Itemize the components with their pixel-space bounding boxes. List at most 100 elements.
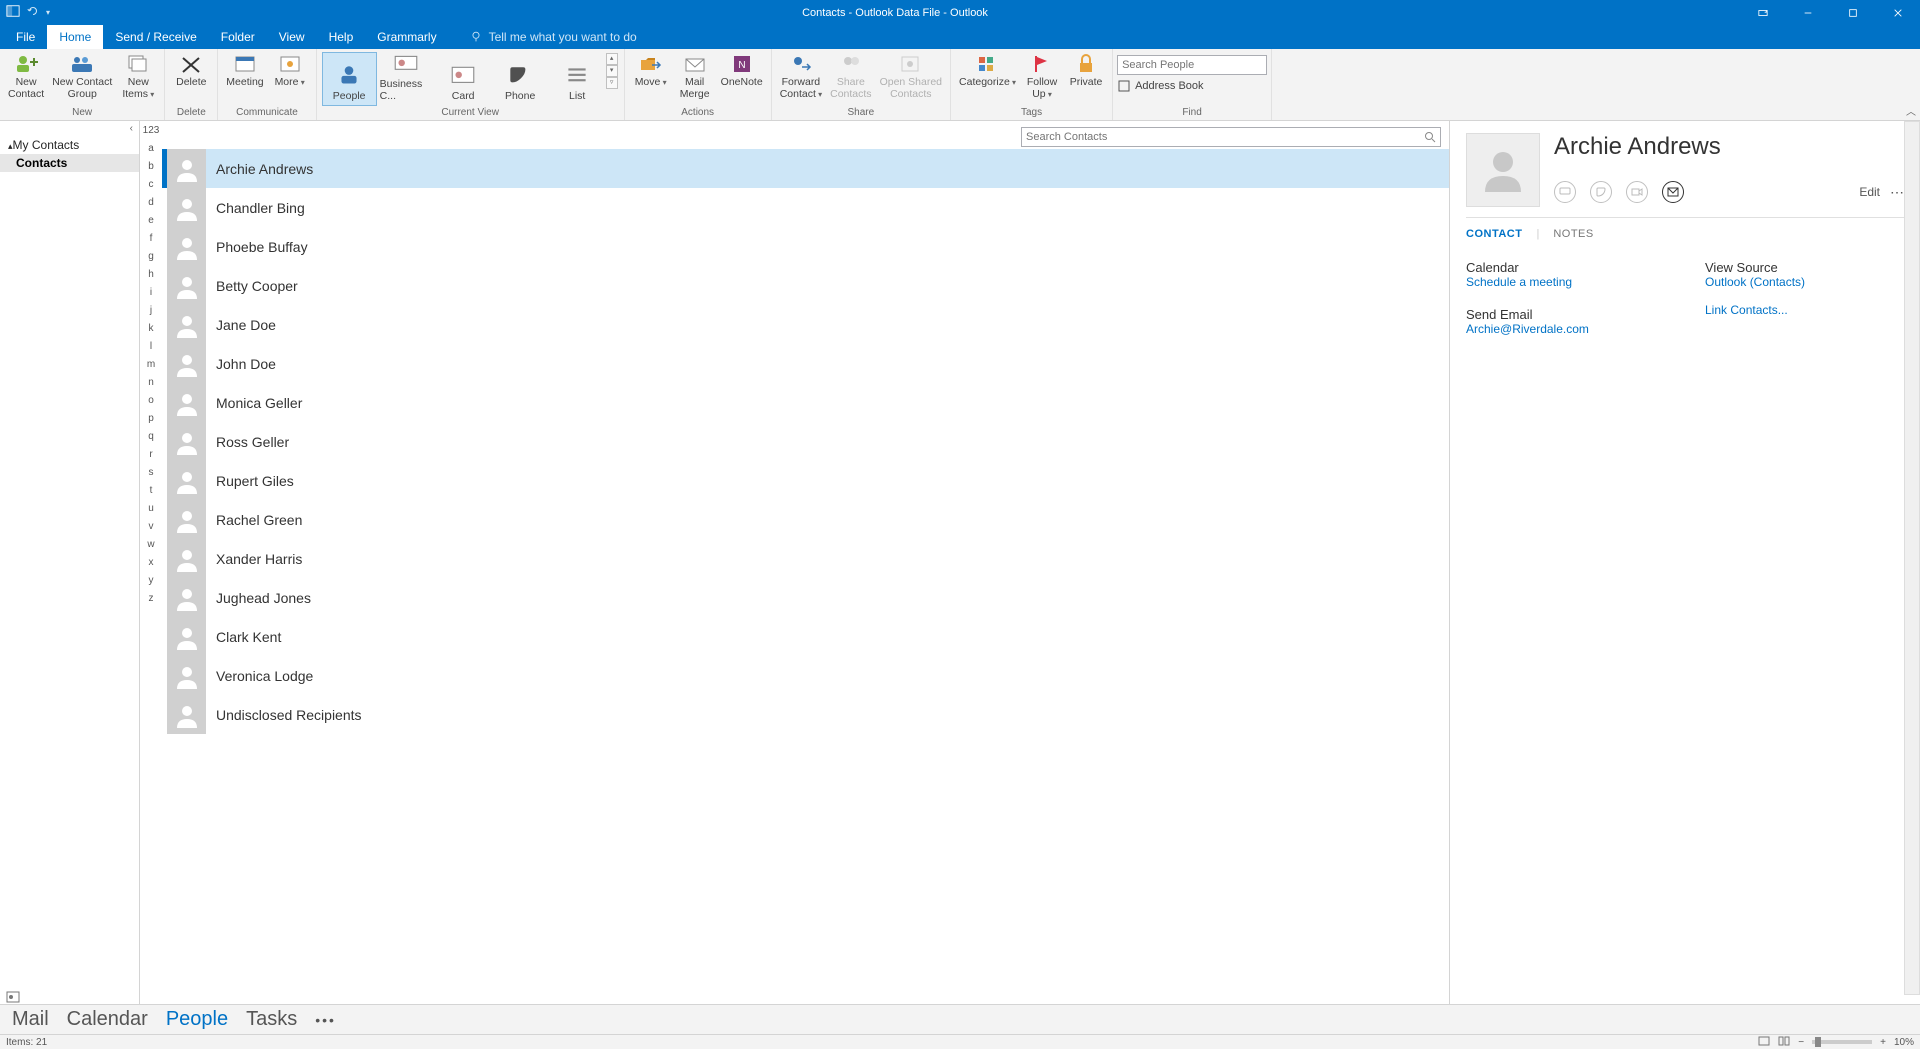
delete-button[interactable]: Delete [169, 51, 213, 91]
contact-row[interactable]: Chandler Bing [162, 188, 1449, 227]
view-card[interactable]: Card [436, 52, 491, 106]
email-icon[interactable] [1662, 181, 1684, 203]
search-people-input[interactable] [1117, 55, 1267, 75]
view-people[interactable]: People [322, 52, 377, 106]
alpha-k[interactable]: k [140, 323, 162, 341]
nav-more-icon[interactable]: ••• [315, 1012, 336, 1028]
contact-row[interactable]: Monica Geller [162, 383, 1449, 422]
video-icon[interactable] [1626, 181, 1648, 203]
nav-section-my-contacts[interactable]: My Contacts [0, 136, 139, 154]
tell-me-search[interactable]: Tell me what you want to do [449, 25, 637, 49]
view-list[interactable]: List [550, 52, 605, 106]
meeting-button[interactable]: Meeting [222, 51, 267, 91]
follow-up-button[interactable]: Follow Up [1020, 51, 1064, 102]
contact-row[interactable]: John Doe [162, 344, 1449, 383]
zoom-out-icon[interactable]: − [1798, 1037, 1804, 1048]
view-business-card[interactable]: Business C... [379, 52, 434, 106]
contact-row[interactable]: Xander Harris [162, 539, 1449, 578]
view-normal-icon[interactable] [1758, 1036, 1770, 1049]
contact-row[interactable]: Archie Andrews [162, 149, 1449, 188]
collapse-ribbon-icon[interactable]: ︿ [1906, 103, 1916, 118]
alpha-d[interactable]: d [140, 197, 162, 215]
contact-row[interactable]: Ross Geller [162, 422, 1449, 461]
alpha-p[interactable]: p [140, 413, 162, 431]
tab-view[interactable]: View [267, 25, 317, 49]
nav-item-contacts[interactable]: Contacts [0, 154, 139, 172]
alpha-z[interactable]: z [140, 593, 162, 611]
gallery-scroll-down-icon[interactable]: ▾ [606, 65, 618, 77]
alpha-c[interactable]: c [140, 179, 162, 197]
nav-mail[interactable]: Mail [12, 1008, 49, 1031]
mail-merge-button[interactable]: Mail Merge [673, 51, 717, 102]
zoom-slider[interactable] [1812, 1040, 1872, 1044]
alpha-g[interactable]: g [140, 251, 162, 269]
undo-icon[interactable] [26, 4, 40, 21]
search-contacts-input[interactable] [1026, 131, 1424, 143]
view-phone[interactable]: Phone [493, 52, 548, 106]
alpha-x[interactable]: x [140, 557, 162, 575]
private-button[interactable]: Private [1064, 51, 1108, 91]
alpha-f[interactable]: f [140, 233, 162, 251]
address-book-button[interactable]: Address Book [1117, 79, 1203, 93]
alpha-i[interactable]: i [140, 287, 162, 305]
contact-row[interactable]: Rachel Green [162, 500, 1449, 539]
forward-contact-button[interactable]: Forward Contact [776, 51, 826, 102]
phone-icon[interactable] [1590, 181, 1612, 203]
link-contacts-link[interactable]: Link Contacts... [1705, 303, 1904, 317]
alpha-e[interactable]: e [140, 215, 162, 233]
minimize-icon[interactable] [1785, 0, 1830, 25]
contact-row[interactable]: Jane Doe [162, 305, 1449, 344]
alpha-w[interactable]: w [140, 539, 162, 557]
alpha-n[interactable]: n [140, 377, 162, 395]
move-button[interactable]: Move [629, 51, 673, 91]
alpha-j[interactable]: j [140, 305, 162, 323]
alpha-123[interactable]: 123 [140, 125, 162, 143]
outlook-contacts-link[interactable]: Outlook (Contacts) [1705, 275, 1904, 289]
contact-row[interactable]: Betty Cooper [162, 266, 1449, 305]
gallery-expand-icon[interactable]: ▿ [606, 77, 618, 89]
im-icon[interactable] [1554, 181, 1576, 203]
onenote-button[interactable]: N OneNote [717, 51, 767, 91]
view-reading-icon[interactable] [1778, 1036, 1790, 1049]
more-actions-icon[interactable]: ⋯ [1890, 184, 1904, 201]
schedule-meeting-link[interactable]: Schedule a meeting [1466, 275, 1665, 289]
alphabet-index[interactable]: 123abcdefghijklmnopqrstuvwxyz [140, 121, 162, 1011]
nav-calendar[interactable]: Calendar [67, 1008, 148, 1031]
nav-people[interactable]: People [166, 1008, 228, 1031]
zoom-in-icon[interactable]: + [1880, 1037, 1886, 1048]
close-icon[interactable] [1875, 0, 1920, 25]
alpha-y[interactable]: y [140, 575, 162, 593]
tab-grammarly[interactable]: Grammarly [365, 25, 448, 49]
contact-row[interactable]: Phoebe Buffay [162, 227, 1449, 266]
new-items-button[interactable]: New Items [116, 51, 160, 102]
alpha-u[interactable]: u [140, 503, 162, 521]
gallery-scroll-up-icon[interactable]: ▴ [606, 53, 618, 65]
tab-home[interactable]: Home [47, 25, 103, 49]
alpha-r[interactable]: r [140, 449, 162, 467]
tab-folder[interactable]: Folder [209, 25, 267, 49]
alpha-v[interactable]: v [140, 521, 162, 539]
contact-row[interactable]: Clark Kent [162, 617, 1449, 656]
contact-row[interactable]: Rupert Giles [162, 461, 1449, 500]
alpha-q[interactable]: q [140, 431, 162, 449]
collapse-nav-icon[interactable]: ‹ [0, 121, 139, 136]
contact-row[interactable]: Veronica Lodge [162, 656, 1449, 695]
more-button[interactable]: More [268, 51, 312, 91]
alpha-m[interactable]: m [140, 359, 162, 377]
reading-tab-contact[interactable]: CONTACT [1466, 228, 1522, 240]
contact-row[interactable]: Undisclosed Recipients [162, 695, 1449, 734]
new-contact-button[interactable]: New Contact [4, 51, 48, 102]
nav-tasks[interactable]: Tasks [246, 1008, 297, 1031]
categorize-button[interactable]: Categorize [955, 51, 1020, 91]
scrollbar[interactable] [1904, 121, 1920, 995]
alpha-a[interactable]: a [140, 143, 162, 161]
alpha-h[interactable]: h [140, 269, 162, 287]
alpha-t[interactable]: t [140, 485, 162, 503]
tab-file[interactable]: File [4, 25, 47, 49]
reading-tab-notes[interactable]: NOTES [1553, 228, 1593, 240]
new-contact-group-button[interactable]: New Contact Group [48, 51, 116, 102]
email-link[interactable]: Archie@Riverdale.com [1466, 322, 1665, 336]
ribbon-display-options-icon[interactable] [1740, 0, 1785, 25]
search-contacts-box[interactable] [1021, 127, 1441, 147]
alpha-l[interactable]: l [140, 341, 162, 359]
